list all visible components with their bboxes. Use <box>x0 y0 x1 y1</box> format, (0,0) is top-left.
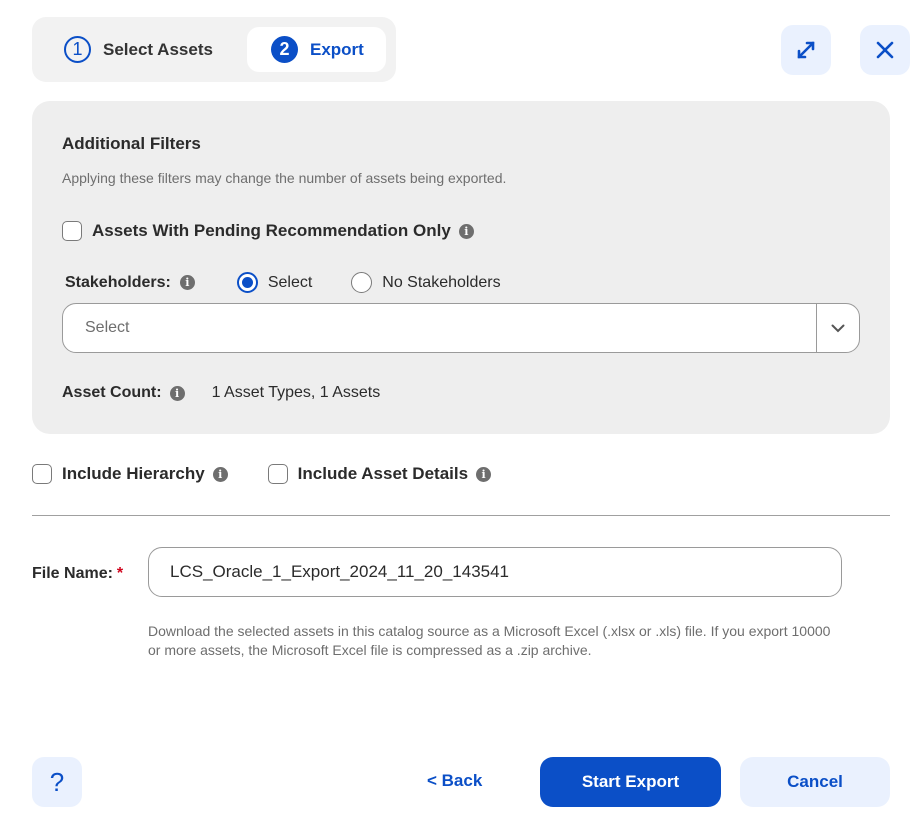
step-export[interactable]: 2 Export <box>247 27 386 72</box>
stepper: 1 Select Assets 2 Export <box>32 17 396 82</box>
include-asset-details-checkbox[interactable] <box>267 464 288 484</box>
asset-count-row: Asset Count: i 1 Asset Types, 1 Assets <box>62 384 380 402</box>
step-label: Select Assets <box>103 39 213 59</box>
info-icon[interactable]: i <box>476 466 492 482</box>
back-button[interactable]: < Back <box>427 771 482 791</box>
include-hierarchy-checkbox[interactable] <box>32 464 52 484</box>
select-placeholder: Select <box>85 319 130 336</box>
include-hierarchy-label: Include Hierarchy <box>62 464 205 483</box>
info-icon[interactable]: i <box>169 385 185 401</box>
file-name-input[interactable] <box>148 547 842 597</box>
dropdown-toggle[interactable] <box>816 304 859 352</box>
radio-no-stakeholders-label: No Stakeholders <box>382 273 501 291</box>
step-number: 1 <box>64 36 91 63</box>
pending-recommendation-checkbox[interactable] <box>62 221 82 241</box>
pending-recommendation-option: Assets With Pending Recommendation Only … <box>62 221 474 241</box>
panel-title: Additional Filters <box>62 134 201 153</box>
stakeholders-row: Stakeholders: i Select No Stakeholders <box>65 272 501 293</box>
radio-no-stakeholders[interactable] <box>351 272 373 293</box>
chevron-down-icon <box>831 324 845 332</box>
step-number: 2 <box>271 36 298 63</box>
question-icon: ? <box>49 766 65 797</box>
stakeholders-select[interactable]: Select <box>62 303 860 353</box>
file-name-label: File Name: * <box>32 565 123 583</box>
panel-subtitle: Applying these filters may change the nu… <box>62 170 507 186</box>
divider <box>32 515 890 516</box>
close-button[interactable] <box>860 25 910 75</box>
step-select-assets[interactable]: 1 Select Assets <box>64 27 213 72</box>
cancel-button[interactable]: Cancel <box>740 757 890 807</box>
asset-count-value: 1 Asset Types, 1 Assets <box>211 384 381 401</box>
info-icon[interactable]: i <box>458 223 474 239</box>
help-button[interactable]: ? <box>32 757 82 807</box>
include-options: Include Hierarchy i Include Asset Detail… <box>32 464 531 484</box>
pending-recommendation-label: Assets With Pending Recommendation Only <box>92 221 451 240</box>
stakeholders-label: Stakeholders: <box>65 273 171 291</box>
start-export-button[interactable]: Start Export <box>540 757 721 807</box>
step-label: Export <box>310 39 364 59</box>
file-name-label-text: File Name: <box>32 565 113 582</box>
required-mark: * <box>116 565 124 582</box>
radio-select-label: Select <box>267 273 313 291</box>
include-asset-details-label: Include Asset Details <box>297 464 469 483</box>
additional-filters-panel: Additional Filters Applying these filter… <box>32 101 890 434</box>
expand-button[interactable] <box>781 25 831 75</box>
include-asset-details-option: Include Asset Details i <box>267 464 492 484</box>
info-icon[interactable]: i <box>179 275 195 290</box>
expand-icon <box>797 41 815 59</box>
radio-select-option[interactable]: Select <box>236 272 313 293</box>
info-icon[interactable]: i <box>212 466 228 482</box>
include-hierarchy-option: Include Hierarchy i <box>32 464 228 484</box>
asset-count-label: Asset Count: <box>62 384 162 401</box>
file-name-help-text: Download the selected assets in this cat… <box>148 623 831 658</box>
radio-no-stakeholders-option[interactable]: No Stakeholders <box>351 272 501 293</box>
close-icon <box>876 41 894 59</box>
radio-select[interactable] <box>236 272 258 293</box>
